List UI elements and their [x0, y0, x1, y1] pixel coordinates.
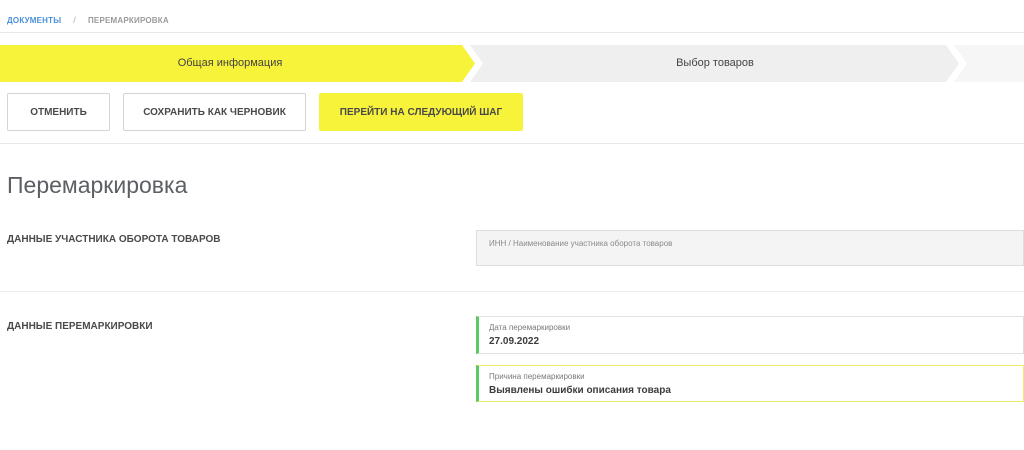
- page-title: Перемаркировка: [7, 172, 188, 198]
- section-divider: [0, 291, 1024, 292]
- remarking-section-label: ДАННЫЕ ПЕРЕМАРКИРОВКИ: [7, 321, 153, 332]
- participant-section-label: ДАННЫЕ УЧАСТНИКА ОБОРОТА ТОВАРОВ: [7, 234, 221, 245]
- participant-inn-placeholder: ИНН / Наименование участника оборота тов…: [489, 239, 673, 248]
- remarking-reason-label: Причина перемаркировки: [489, 372, 585, 381]
- step-general-info[interactable]: Общая информация: [0, 45, 460, 82]
- header-divider: [0, 32, 1024, 33]
- stepper: Общая информация Выбор товаров: [0, 45, 1024, 82]
- remarking-date-field[interactable]: Дата перемаркировки 27.09.2022: [476, 316, 1024, 354]
- actions-divider: [0, 143, 1024, 144]
- step-3-arrow[interactable]: [954, 45, 1024, 82]
- breadcrumb: ДОКУМЕНТЫ / ПЕРЕМАРКИРОВКА: [7, 14, 169, 26]
- step-select-goods[interactable]: Выбор товаров: [475, 45, 955, 82]
- remarking-date-value: 27.09.2022: [489, 336, 540, 347]
- save-draft-button[interactable]: СОХРАНИТЬ КАК ЧЕРНОВИК: [123, 93, 306, 131]
- remarking-reason-select[interactable]: Причина перемаркировки Выявлены ошибки о…: [476, 365, 1024, 402]
- breadcrumb-current: ПЕРЕМАРКИРОВКА: [87, 15, 169, 25]
- remarking-reason-value: Выявлены ошибки описания товара: [489, 385, 671, 396]
- action-bar: ОТМЕНИТЬ СОХРАНИТЬ КАК ЧЕРНОВИК ПЕРЕЙТИ …: [7, 93, 523, 131]
- cancel-button[interactable]: ОТМЕНИТЬ: [7, 93, 110, 131]
- breadcrumb-separator: /: [73, 15, 76, 25]
- breadcrumb-documents-link[interactable]: ДОКУМЕНТЫ: [7, 16, 61, 25]
- next-step-button[interactable]: ПЕРЕЙТИ НА СЛЕДУЮЩИЙ ШАГ: [319, 93, 523, 131]
- remarking-date-label: Дата перемаркировки: [489, 323, 571, 332]
- participant-inn-input[interactable]: ИНН / Наименование участника оборота тов…: [476, 230, 1024, 266]
